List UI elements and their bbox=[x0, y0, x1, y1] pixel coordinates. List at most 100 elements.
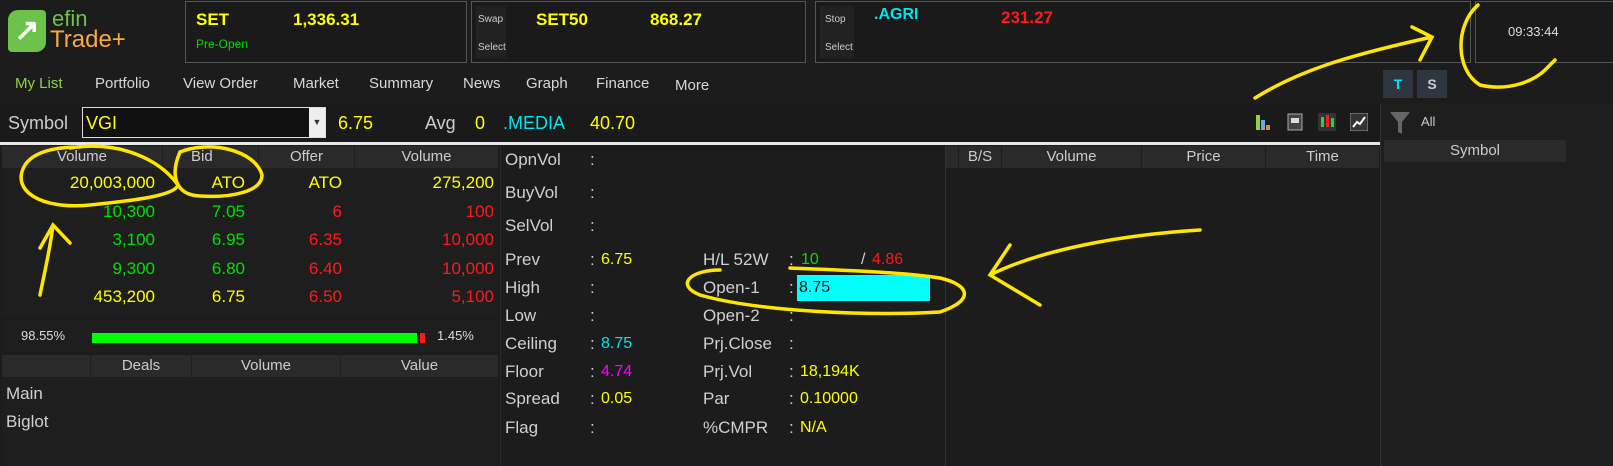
watchlist-header-symbol[interactable]: Symbol bbox=[1384, 140, 1566, 162]
clock: 09:33:44 bbox=[1475, 1, 1613, 63]
bid-price-cell[interactable]: 6.75 bbox=[212, 287, 245, 307]
buy-ratio: 98.55% bbox=[21, 328, 66, 343]
sector-value: 40.70 bbox=[590, 113, 636, 133]
toggle-s-button[interactable]: S bbox=[1417, 70, 1447, 98]
info-value-prj-vol: 18,194K bbox=[800, 363, 860, 380]
info-label-buyvol: BuyVol bbox=[505, 183, 558, 202]
ticker-set-name: SET bbox=[196, 10, 230, 29]
info-value-ceiling: 8.75 bbox=[601, 335, 633, 352]
symbol-label: Symbol bbox=[8, 113, 69, 133]
hl52w-label: H/L 52W bbox=[703, 250, 769, 269]
deals-header-deals: Deals bbox=[91, 355, 191, 377]
bid-price-cell[interactable]: 6.95 bbox=[212, 230, 245, 250]
sell-ratio-fill bbox=[420, 333, 425, 343]
bid-price-cell[interactable]: ATO bbox=[212, 173, 245, 193]
info-colon: : bbox=[590, 418, 595, 437]
info-label-high: High bbox=[505, 278, 540, 297]
info-label-flag: Flag bbox=[505, 418, 539, 437]
bar-chart-icon[interactable] bbox=[1255, 113, 1273, 131]
menu-market[interactable]: Market bbox=[293, 75, 339, 92]
ticker-agri-value: 231.27 bbox=[1001, 8, 1053, 27]
offer-volume-cell: 5,100 bbox=[451, 287, 494, 306]
offer-price-cell[interactable]: ATO bbox=[309, 173, 342, 193]
menu-view-order[interactable]: View Order bbox=[183, 75, 258, 92]
hl52w-colon: : bbox=[789, 250, 794, 269]
header-offer: Offer bbox=[259, 146, 354, 168]
deals-header-value: Value bbox=[341, 355, 498, 377]
market-status: Pre-Open bbox=[196, 37, 249, 51]
dropdown-arrow-icon[interactable]: ▼ bbox=[309, 108, 325, 137]
info-value--cmpr: N/A bbox=[800, 419, 827, 436]
offer-price-cell[interactable]: 6.35 bbox=[309, 230, 342, 250]
info-colon: : bbox=[590, 278, 595, 297]
bid-volume-cell: 453,200 bbox=[93, 287, 155, 306]
report-icon[interactable] bbox=[1286, 113, 1304, 131]
swap-select-button[interactable]: Swap Select bbox=[476, 6, 506, 58]
ticker-agri-name: .AGRI bbox=[874, 6, 919, 23]
ticker-table: B/S Volume Price Time bbox=[945, 146, 1379, 466]
info-colon: : bbox=[590, 183, 595, 202]
info-label-prev: Prev bbox=[505, 250, 540, 269]
menu-summary[interactable]: Summary bbox=[369, 75, 433, 92]
header-bid: Bid bbox=[163, 146, 258, 168]
ratio-bar bbox=[92, 333, 425, 343]
info-value-open-1: 8.75 bbox=[797, 275, 930, 301]
info-label-spread: Spread bbox=[505, 389, 560, 408]
menu-my-list[interactable]: My List bbox=[15, 75, 63, 92]
line-chart-icon[interactable] bbox=[1349, 112, 1369, 132]
menu-graph[interactable]: Graph bbox=[526, 75, 568, 92]
menu-portfolio[interactable]: Portfolio bbox=[95, 75, 150, 92]
offer-price-cell[interactable]: 6.50 bbox=[309, 287, 342, 307]
info-label-floor: Floor bbox=[505, 362, 544, 381]
symbol-value: VGI bbox=[86, 113, 118, 133]
bid-price-cell[interactable]: 7.05 bbox=[212, 202, 245, 222]
info-colon: : bbox=[789, 389, 794, 408]
sell-ratio: 1.45% bbox=[437, 328, 474, 343]
ticker-set50: Swap Select SET50 868.27 bbox=[471, 1, 806, 63]
info-colon: : bbox=[789, 362, 794, 381]
ticker-header-price: Price bbox=[1142, 146, 1265, 168]
info-label-prj-close: Prj.Close bbox=[703, 334, 772, 353]
info-colon: : bbox=[590, 389, 595, 408]
ticker-set[interactable]: SET 1,336.31 Pre-Open bbox=[185, 1, 467, 63]
info-label-low: Low bbox=[505, 306, 537, 325]
menu-news[interactable]: News bbox=[463, 75, 501, 92]
info-label-opnvol: OpnVol bbox=[505, 150, 561, 169]
bid-price-cell[interactable]: 6.80 bbox=[212, 259, 245, 279]
offer-price-cell[interactable]: 6 bbox=[333, 202, 342, 222]
offer-price-cell[interactable]: 6.40 bbox=[309, 259, 342, 279]
deals-header-blank bbox=[2, 355, 90, 377]
info-label-par: Par bbox=[703, 389, 730, 408]
deals-panel: Deals Volume Value Main Biglot bbox=[2, 355, 498, 466]
header-bid-volume: Volume bbox=[2, 146, 162, 168]
last-price: 6.75 bbox=[338, 113, 374, 133]
select-label: Select bbox=[825, 42, 853, 53]
bid-volume-cell: 10,300 bbox=[103, 201, 155, 221]
info-colon: : bbox=[590, 306, 595, 325]
offer-volume-cell: 10,000 bbox=[442, 230, 494, 249]
divider-line bbox=[0, 142, 1380, 145]
info-label-open-2: Open-2 bbox=[703, 306, 760, 325]
candlestick-icon[interactable] bbox=[1318, 113, 1336, 131]
filter-icon[interactable] bbox=[1389, 110, 1411, 141]
logo-text-trade: Trade+ bbox=[50, 26, 126, 53]
info-colon: : bbox=[590, 362, 595, 381]
watchlist-panel: All Symbol bbox=[1380, 104, 1613, 466]
info-value-par: 0.10000 bbox=[800, 390, 858, 407]
symbol-input[interactable]: VGI ▼ bbox=[82, 107, 326, 138]
offer-volume-cell: 100 bbox=[465, 201, 494, 221]
info-value-spread: 0.05 bbox=[601, 390, 633, 407]
info-colon: : bbox=[789, 306, 794, 325]
info-colon: : bbox=[789, 334, 794, 353]
ticker-header-blank bbox=[946, 146, 958, 168]
info-value-floor: 4.74 bbox=[601, 363, 633, 380]
menu-more[interactable]: More bbox=[675, 77, 709, 94]
stop-select-button[interactable]: Stop Select bbox=[820, 6, 854, 58]
info-label-selvol: SelVol bbox=[505, 216, 554, 235]
ticker-set50-name: SET50 bbox=[536, 10, 588, 29]
ratio-panel: 98.55% 1.45% bbox=[2, 320, 498, 352]
menu-finance[interactable]: Finance bbox=[596, 75, 649, 92]
deals-row-main: Main bbox=[6, 384, 43, 403]
toggle-t-button[interactable]: T bbox=[1383, 70, 1413, 98]
filter-label[interactable]: All bbox=[1421, 114, 1435, 129]
